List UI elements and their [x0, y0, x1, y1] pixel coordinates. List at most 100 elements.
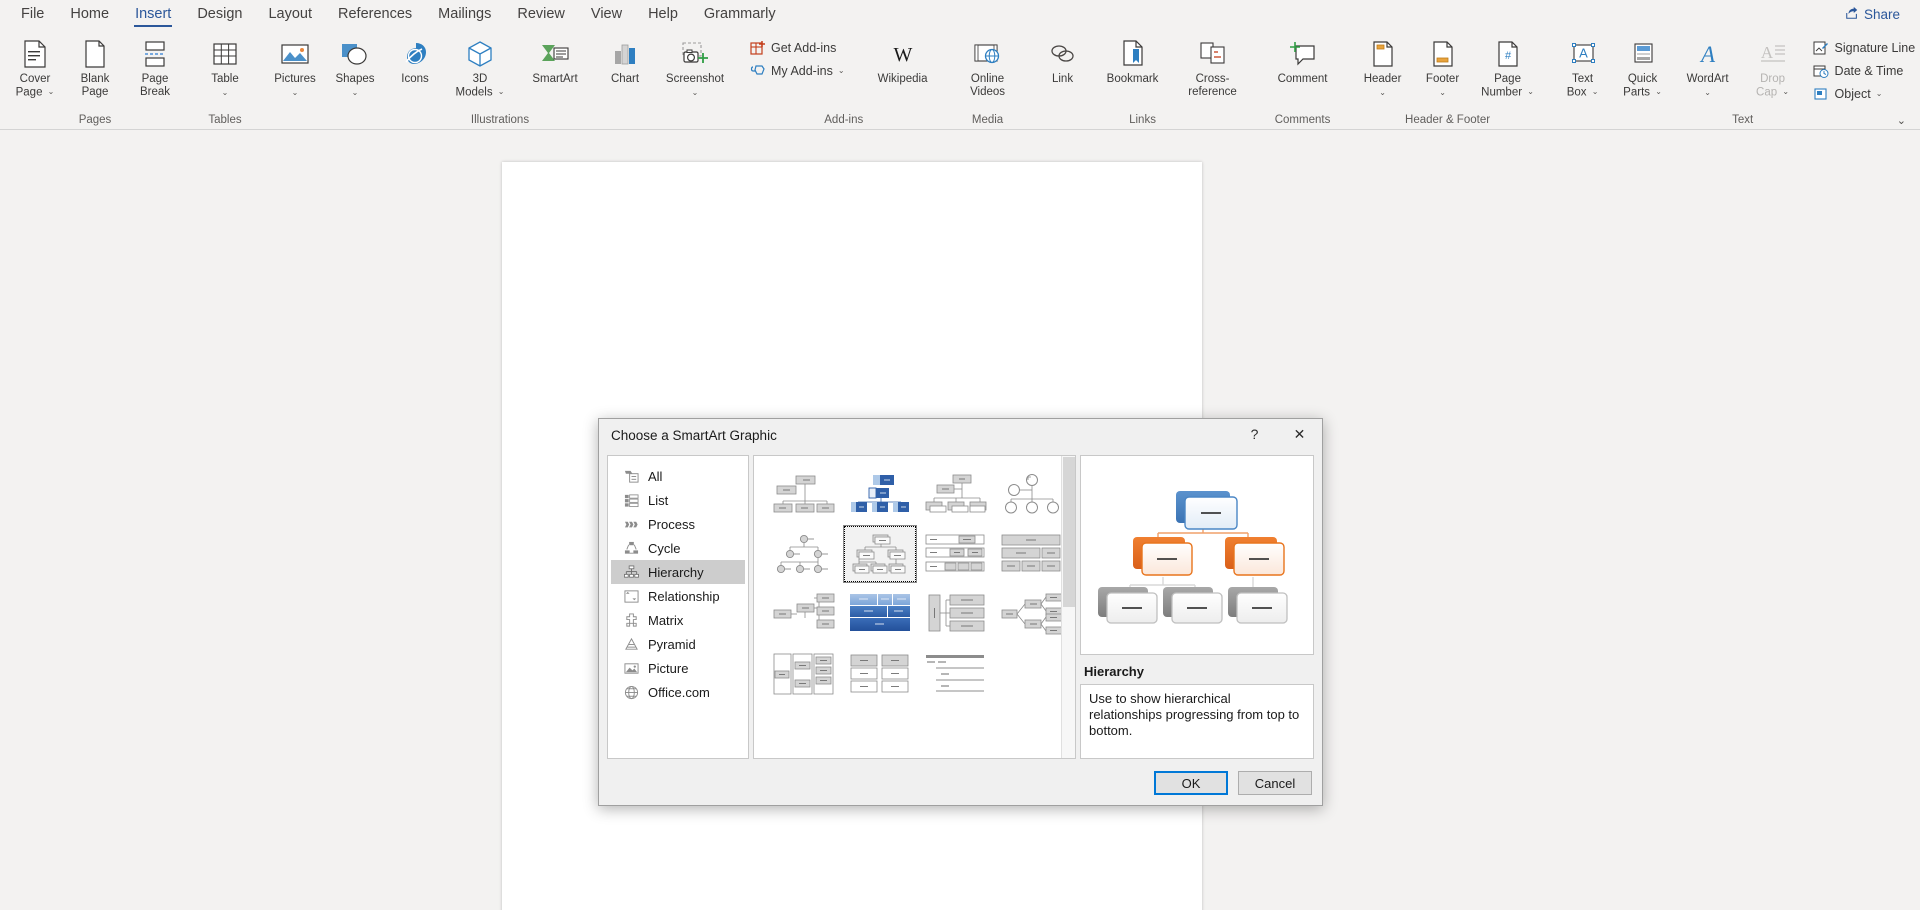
shapes-button[interactable]: Shapes ⌄ [325, 34, 385, 106]
gallery-item-horizontal-multi-level-hierarchy[interactable] [920, 586, 992, 642]
tab-help[interactable]: Help [635, 2, 691, 28]
tab-review[interactable]: Review [504, 2, 578, 28]
gallery-scrollbar[interactable] [1061, 456, 1075, 758]
drop-cap-icon: A [1758, 37, 1788, 71]
category-item-matrix[interactable]: Matrix [611, 608, 745, 632]
tab-insert[interactable]: Insert [122, 2, 184, 28]
smartart-button[interactable]: SmartArt [515, 34, 595, 106]
category-item-pyramid[interactable]: Pyramid [611, 632, 745, 656]
chart-button[interactable]: Chart [595, 34, 655, 106]
group-label-text: Text [1732, 114, 1754, 126]
quick-parts-button[interactable]: Quick Parts ⌄ [1613, 34, 1673, 106]
icons-label: Icons [401, 73, 429, 85]
get-addins-button[interactable]: Get Add-ins [745, 36, 851, 59]
category-item-process[interactable]: Process [611, 512, 745, 536]
bookmark-button[interactable]: Bookmark [1093, 34, 1173, 106]
pictures-button[interactable]: Pictures ⌄ [265, 34, 325, 106]
cross-reference-button[interactable]: Cross-reference [1173, 34, 1253, 106]
gallery-item-hierarchy-list[interactable] [844, 646, 916, 702]
tab-references[interactable]: References [325, 2, 425, 28]
text-box-button[interactable]: A Text Box ⌄ [1553, 34, 1613, 106]
tab-design[interactable]: Design [184, 2, 255, 28]
cover-page-label: Cover Page ⌄ [15, 73, 55, 98]
page-number-button[interactable]: # Page Number ⌄ [1473, 34, 1543, 106]
drop-cap-button[interactable]: A Drop Cap ⌄ [1743, 34, 1803, 106]
gallery-item-horizontal-organization-chart[interactable] [768, 586, 840, 642]
header-button[interactable]: Header ⌄ [1353, 34, 1413, 106]
3d-models-label: 3D Models ⌄ [455, 73, 505, 98]
gallery-item-name-and-title-organization-chart[interactable] [920, 466, 992, 522]
share-button[interactable]: Share [1837, 3, 1908, 26]
gallery-scrollbar-thumb[interactable] [1063, 457, 1075, 607]
category-item-office-com[interactable]: Office.com [611, 680, 745, 704]
chevron-down-icon[interactable]: ⌄ [1876, 89, 1883, 98]
gallery-item-picture-organization-chart[interactable] [844, 466, 916, 522]
signature-line-button[interactable]: Signature Line ⌄ [1809, 36, 1920, 59]
preview-panel: Hierarchy Use to show hierarchical relat… [1080, 455, 1314, 759]
screenshot-button[interactable]: Screenshot ⌄ [655, 34, 735, 106]
cover-page-button[interactable]: Cover Page ⌄ [5, 34, 65, 106]
object-icon [1813, 85, 1830, 102]
help-icon[interactable]: ? [1232, 419, 1277, 449]
link-button[interactable]: Link [1033, 34, 1093, 106]
gallery-item-half-circle-organization-chart[interactable] [768, 526, 840, 582]
footer-button[interactable]: Footer ⌄ [1413, 34, 1473, 106]
3d-models-button[interactable]: 3D Models ⌄ [445, 34, 515, 106]
ribbon-group-media: Online Videos Media [948, 30, 1028, 129]
chevron-down-icon[interactable]: ⌄ [838, 66, 845, 75]
online-videos-button[interactable]: Online Videos [953, 34, 1023, 106]
tab-view[interactable]: View [578, 2, 635, 28]
preview-title: Hierarchy [1084, 664, 1144, 679]
3d-models-icon [465, 37, 495, 71]
comment-button[interactable]: Comment [1263, 34, 1343, 106]
cross-reference-label: Cross-reference [1188, 73, 1237, 98]
tab-grammarly[interactable]: Grammarly [691, 2, 789, 28]
screenshot-label: Screenshot ⌄ [665, 73, 725, 97]
close-icon[interactable]: ✕ [1277, 419, 1322, 449]
group-label-media: Media [971, 114, 1004, 126]
tab-mailings[interactable]: Mailings [425, 2, 504, 28]
category-item-list[interactable]: List [611, 488, 745, 512]
ok-button[interactable]: OK [1154, 771, 1228, 795]
collapse-ribbon-button[interactable]: ⌄ [1897, 114, 1906, 127]
matrix-icon [623, 612, 639, 628]
relationship-icon [623, 588, 639, 604]
tab-home[interactable]: Home [57, 2, 122, 28]
pictures-label: Pictures ⌄ [274, 73, 316, 97]
gallery-item-lined-list[interactable] [920, 646, 992, 702]
wikipedia-button[interactable]: W Wikipedia [863, 34, 943, 106]
gallery-item-hierarchy[interactable] [843, 525, 917, 583]
date-time-button[interactable]: Date & Time [1809, 59, 1920, 82]
ribbon: Cover Page ⌄ Blank Page Page Break Pages… [0, 30, 1920, 130]
gallery-item-architecture-layout[interactable] [844, 586, 916, 642]
table-button[interactable]: Table ⌄ [195, 34, 255, 106]
gallery-item-table-hierarchy[interactable] [996, 526, 1068, 582]
gallery-item-circle-picture-hierarchy[interactable] [996, 466, 1068, 522]
smartart-icon [539, 37, 571, 71]
cancel-button[interactable]: Cancel [1238, 771, 1312, 795]
page-break-button[interactable]: Page Break [125, 34, 185, 106]
svg-text:W: W [893, 44, 912, 66]
category-item-hierarchy[interactable]: Hierarchy [611, 560, 745, 584]
gallery-item-labeled-hierarchy[interactable] [920, 526, 992, 582]
blank-page-button[interactable]: Blank Page [65, 34, 125, 106]
category-item-picture[interactable]: Picture [611, 656, 745, 680]
object-button[interactable]: Object ⌄ [1809, 82, 1920, 105]
category-item-relationship[interactable]: Relationship [611, 584, 745, 608]
cycle-icon [623, 540, 639, 556]
gallery-item-organization-chart[interactable] [768, 466, 840, 522]
gallery-item-horizontal-labeled-hierarchy[interactable] [768, 646, 840, 702]
group-label-pages: Pages [78, 114, 112, 126]
tab-file[interactable]: File [8, 2, 57, 28]
icons-button[interactable]: Icons [385, 34, 445, 106]
category-item-cycle[interactable]: Cycle [611, 536, 745, 560]
my-addins-button[interactable]: My Add-ins ⌄ [745, 59, 851, 82]
bookmark-label: Bookmark [1106, 73, 1159, 85]
chart-icon [611, 37, 639, 71]
tab-layout[interactable]: Layout [255, 2, 325, 28]
wikipedia-icon: W [886, 37, 920, 71]
gallery-item-horizontal-hierarchy[interactable] [996, 586, 1068, 642]
category-item-all[interactable]: All [611, 464, 745, 488]
wordart-button[interactable]: A WordArt ⌄ [1673, 34, 1743, 106]
group-label-comments: Comments [1274, 114, 1331, 126]
